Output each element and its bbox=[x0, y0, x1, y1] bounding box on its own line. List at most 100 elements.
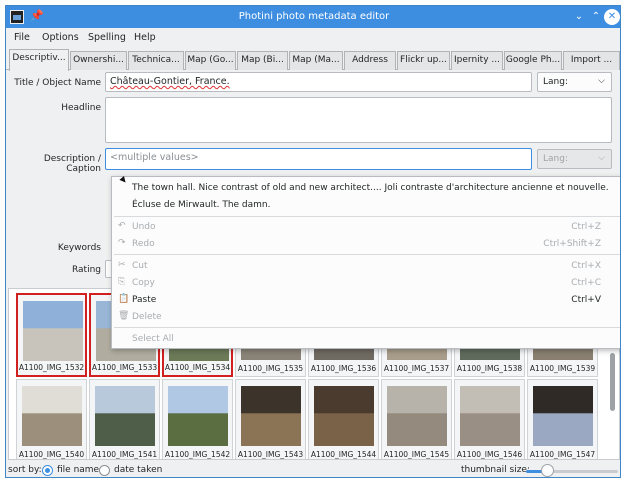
thumbnail-image bbox=[314, 386, 374, 446]
description-placeholder: <multiple values> bbox=[110, 152, 199, 163]
slider-handle[interactable] bbox=[541, 464, 555, 477]
menu-bar: File Options Spelling Help bbox=[6, 28, 620, 48]
thumbnail-item[interactable]: A1100_IMG_1542 bbox=[162, 379, 233, 459]
menu-item-copy: ⎘ Copy Ctrl+C bbox=[112, 274, 620, 291]
tab-flickr-upload[interactable]: Flickr up... bbox=[397, 51, 450, 70]
thumbnail-image bbox=[460, 386, 520, 446]
maximize-button[interactable]: ⌃ bbox=[588, 9, 604, 25]
menu-help[interactable]: Help bbox=[134, 32, 156, 43]
tab-import[interactable]: Import ... bbox=[563, 51, 620, 70]
paste-icon: 📋 bbox=[118, 294, 130, 304]
thumbnail-item[interactable]: A1100_IMG_1541 bbox=[89, 379, 160, 459]
menu-item-label: Undo bbox=[132, 222, 156, 232]
headline-label: Headline bbox=[61, 103, 101, 113]
thumbnail-label: A1100_IMG_1537 bbox=[383, 364, 450, 373]
thumbnail-item[interactable]: A1100_IMG_1543 bbox=[235, 379, 306, 459]
description-label: Description / Caption bbox=[43, 154, 101, 174]
thumbnail-label: A1100_IMG_1546 bbox=[456, 450, 523, 459]
close-button[interactable]: ✕ bbox=[604, 9, 620, 25]
menu-item-delete: 🗑 Delete bbox=[112, 308, 620, 325]
delete-icon: 🗑 bbox=[118, 311, 130, 321]
chevron-down-icon: ⌵ bbox=[598, 153, 605, 163]
thumbnail-image bbox=[168, 386, 228, 446]
thumbnail-label: A1100_IMG_1532 bbox=[18, 363, 85, 372]
sort-by-label: sort by: bbox=[8, 465, 42, 475]
thumbnail-label: A1100_IMG_1534 bbox=[164, 363, 231, 372]
thumbnail-item[interactable]: A1100_IMG_1546 bbox=[454, 379, 525, 459]
tab-google-photos[interactable]: Google Ph... bbox=[504, 51, 562, 70]
menu-item-redo: ↷ Redo Ctrl+Shift+Z bbox=[112, 235, 620, 252]
tab-map-bing[interactable]: Map (Bi... bbox=[237, 51, 288, 70]
headline-field[interactable] bbox=[105, 97, 612, 143]
title-bar[interactable]: 📌 Photini photo metadata editor ⌄ ⌃ ✕ bbox=[6, 6, 620, 28]
menu-file[interactable]: File bbox=[14, 32, 30, 43]
suggestion-label: Écluse de Mirwault. The damn. bbox=[132, 200, 271, 210]
tab-descriptive[interactable]: Descriptiv... bbox=[9, 49, 69, 71]
thumbnail-item[interactable]: A1100_IMG_1547 bbox=[527, 379, 598, 459]
tab-map-mapbox[interactable]: Map (Ma... bbox=[289, 51, 343, 70]
menu-item-select-all: Select All bbox=[112, 330, 620, 347]
menu-item-shortcut: Ctrl+C bbox=[571, 278, 601, 288]
thumbnail-label: A1100_IMG_1539 bbox=[529, 364, 596, 373]
thumbnail-image bbox=[387, 386, 447, 446]
title-field[interactable]: Château-Gontier, France. bbox=[105, 72, 532, 92]
title-label: Title / Object Name bbox=[14, 78, 101, 88]
menu-item-shortcut: Ctrl+Z bbox=[571, 222, 601, 232]
menu-options[interactable]: Options bbox=[42, 32, 79, 43]
sort-file-name-label[interactable]: file name bbox=[57, 465, 99, 475]
menu-item-paste[interactable]: 📋 Paste Ctrl+V bbox=[112, 291, 620, 308]
thumbnail-label: A1100_IMG_1543 bbox=[237, 450, 304, 459]
menu-item-label: Cut bbox=[132, 261, 148, 271]
keywords-label: Keywords bbox=[57, 243, 101, 253]
menu-separator bbox=[114, 254, 620, 255]
sort-date-taken-radio[interactable] bbox=[99, 465, 110, 476]
redo-icon: ↷ bbox=[118, 238, 126, 248]
suggestion-label: The town hall. Nice contrast of old and … bbox=[132, 183, 609, 193]
thumbnail-image bbox=[23, 301, 83, 361]
thumbnail-image bbox=[241, 386, 301, 446]
thumbnail-item[interactable]: A1100_IMG_1545 bbox=[381, 379, 452, 459]
suggestion-item[interactable]: The town hall. Nice contrast of old and … bbox=[112, 179, 620, 196]
thumbnail-label: A1100_IMG_1544 bbox=[310, 450, 377, 459]
sort-file-name-radio[interactable] bbox=[42, 465, 53, 476]
description-lang-label: Lang: bbox=[543, 154, 568, 164]
scrollbar-thumb[interactable] bbox=[610, 353, 615, 411]
context-menu: The town hall. Nice contrast of old and … bbox=[111, 176, 620, 349]
tab-ownership[interactable]: Ownershi... bbox=[70, 51, 127, 70]
title-lang-select[interactable]: Lang: ⌵ bbox=[537, 72, 612, 92]
thumbnail-label: A1100_IMG_1541 bbox=[91, 450, 158, 459]
title-value: Château-Gontier, France. bbox=[110, 76, 230, 87]
tab-map-google[interactable]: Map (Go... bbox=[185, 51, 236, 70]
thumbnail-label: A1100_IMG_1542 bbox=[164, 450, 231, 459]
sort-date-taken-label[interactable]: date taken bbox=[114, 465, 162, 475]
description-field[interactable]: <multiple values> bbox=[105, 148, 532, 170]
thumbnail-item[interactable]: A1100_IMG_1540 bbox=[16, 379, 87, 459]
menu-item-shortcut: Ctrl+V bbox=[571, 295, 601, 305]
menu-item-shortcut: Ctrl+X bbox=[571, 261, 601, 271]
chevron-down-icon: ⌵ bbox=[598, 76, 605, 86]
thumbnail-size-slider[interactable] bbox=[526, 470, 618, 473]
thumbnail-item[interactable]: A1100_IMG_1532 bbox=[16, 293, 87, 377]
menu-separator bbox=[114, 216, 620, 217]
tab-technical[interactable]: Technica... bbox=[128, 51, 184, 70]
suggestion-item[interactable]: Écluse de Mirwault. The damn. bbox=[112, 196, 620, 213]
thumbnail-label: A1100_IMG_1536 bbox=[310, 364, 377, 373]
tab-address[interactable]: Address bbox=[344, 51, 396, 70]
copy-icon: ⎘ bbox=[118, 277, 126, 287]
thumbnail-label: A1100_IMG_1538 bbox=[456, 364, 523, 373]
undo-icon: ↶ bbox=[118, 221, 126, 231]
thumbnail-image bbox=[533, 386, 593, 446]
menu-separator bbox=[114, 327, 620, 328]
cut-icon: ✂ bbox=[118, 260, 126, 270]
menu-spelling[interactable]: Spelling bbox=[88, 32, 126, 43]
thumbnail-label: A1100_IMG_1540 bbox=[18, 450, 85, 459]
tab-bar: Descriptiv... Ownershi... Technica... Ma… bbox=[6, 48, 620, 71]
thumbnail-label: A1100_IMG_1547 bbox=[529, 450, 596, 459]
menu-item-label: Redo bbox=[132, 239, 155, 249]
thumbnail-item[interactable]: A1100_IMG_1544 bbox=[308, 379, 379, 459]
minimize-button[interactable]: ⌄ bbox=[571, 9, 587, 25]
menu-item-label: Select All bbox=[132, 334, 174, 344]
menu-item-cut: ✂ Cut Ctrl+X bbox=[112, 257, 620, 274]
status-bar: sort by: file name date taken thumbnail … bbox=[6, 462, 620, 477]
tab-ipernity[interactable]: Ipernity ... bbox=[451, 51, 503, 70]
